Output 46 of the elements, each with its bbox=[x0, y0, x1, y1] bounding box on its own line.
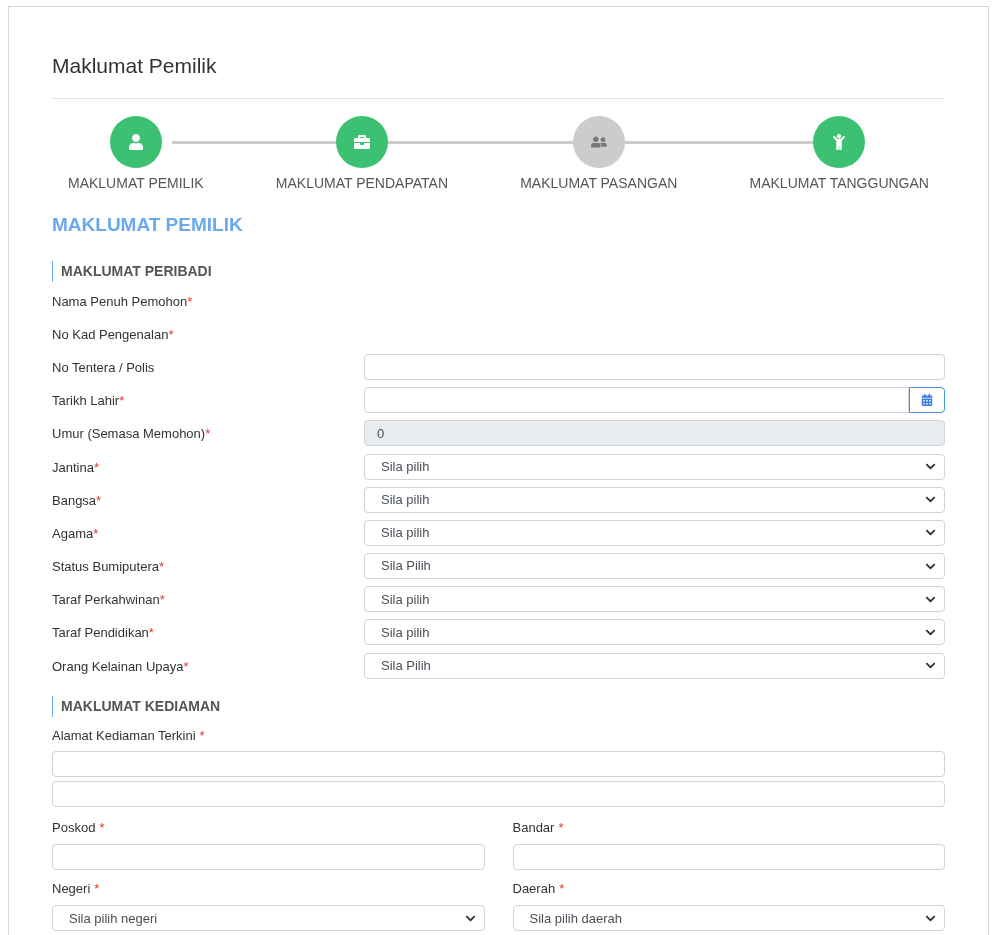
field-label: Tarikh Lahir* bbox=[52, 393, 125, 409]
field-label: Orang Kelainan Upaya* bbox=[52, 658, 189, 674]
select-dropdown[interactable]: Sila pilih bbox=[364, 519, 945, 546]
child-icon bbox=[831, 133, 848, 150]
text-field[interactable] bbox=[364, 353, 945, 380]
date-field[interactable] bbox=[364, 387, 909, 414]
briefcase-icon bbox=[353, 133, 370, 150]
field-label: Umur (Semasa Memohon)* bbox=[52, 426, 211, 442]
field-label: Negeri * bbox=[52, 881, 100, 897]
subsection-heading: MAKLUMAT PERIBADI bbox=[52, 261, 945, 282]
field-label: Jantina* bbox=[52, 459, 99, 475]
step-label: MAKLUMAT PASANGAN bbox=[520, 173, 678, 193]
calendar-icon bbox=[921, 394, 933, 407]
calendar-button[interactable] bbox=[909, 387, 945, 414]
section-title: MAKLUMAT PEMILIK bbox=[52, 212, 244, 237]
select-dropdown[interactable]: Sila pilih bbox=[364, 486, 945, 513]
step-label: MAKLUMAT PEMILIK bbox=[68, 173, 204, 193]
field-label: Taraf Perkahwinan* bbox=[52, 592, 165, 608]
readonly-field: 0 bbox=[364, 420, 945, 447]
select-dropdown[interactable]: Sila Pilih bbox=[364, 652, 945, 679]
select-dropdown[interactable]: Sila pilih bbox=[364, 453, 945, 480]
person-icon bbox=[127, 133, 144, 150]
step-label: MAKLUMAT PENDAPATAN bbox=[275, 173, 448, 193]
select-dropdown[interactable]: Sila pilih daerah bbox=[512, 905, 945, 932]
field-label: Status Bumiputera* bbox=[52, 559, 164, 575]
field-label: Alamat Kediaman Terkini * bbox=[52, 728, 205, 744]
field-label: Bangsa* bbox=[52, 492, 102, 508]
select-dropdown[interactable]: Sila Pilih bbox=[364, 553, 945, 580]
field-label: Poskod * bbox=[52, 820, 105, 836]
step-label: MAKLUMAT TANGGUNGAN bbox=[749, 173, 929, 193]
page-title: Maklumat Pemilik bbox=[52, 53, 218, 79]
select-dropdown[interactable]: Sila pilih bbox=[364, 619, 945, 646]
field-label: Taraf Pendidikan* bbox=[52, 625, 154, 641]
address-field[interactable] bbox=[52, 781, 945, 808]
field-label: No Kad Pengenalan* bbox=[52, 326, 174, 342]
field-label: Daerah * bbox=[512, 881, 565, 897]
address-field[interactable] bbox=[52, 751, 945, 778]
subsection-heading: MAKLUMAT KEDIAMAN bbox=[52, 696, 945, 718]
field-label: Bandar * bbox=[512, 820, 564, 836]
field-label: No Tentera / Polis bbox=[52, 359, 155, 375]
text-field[interactable] bbox=[52, 844, 485, 871]
field-label: Nama Penuh Pemohon* bbox=[52, 293, 193, 309]
select-dropdown[interactable]: Sila pilih bbox=[364, 586, 945, 613]
field-label: Agama* bbox=[52, 525, 99, 541]
select-dropdown[interactable]: Sila pilih negeri bbox=[52, 905, 485, 932]
text-field[interactable] bbox=[512, 844, 945, 871]
